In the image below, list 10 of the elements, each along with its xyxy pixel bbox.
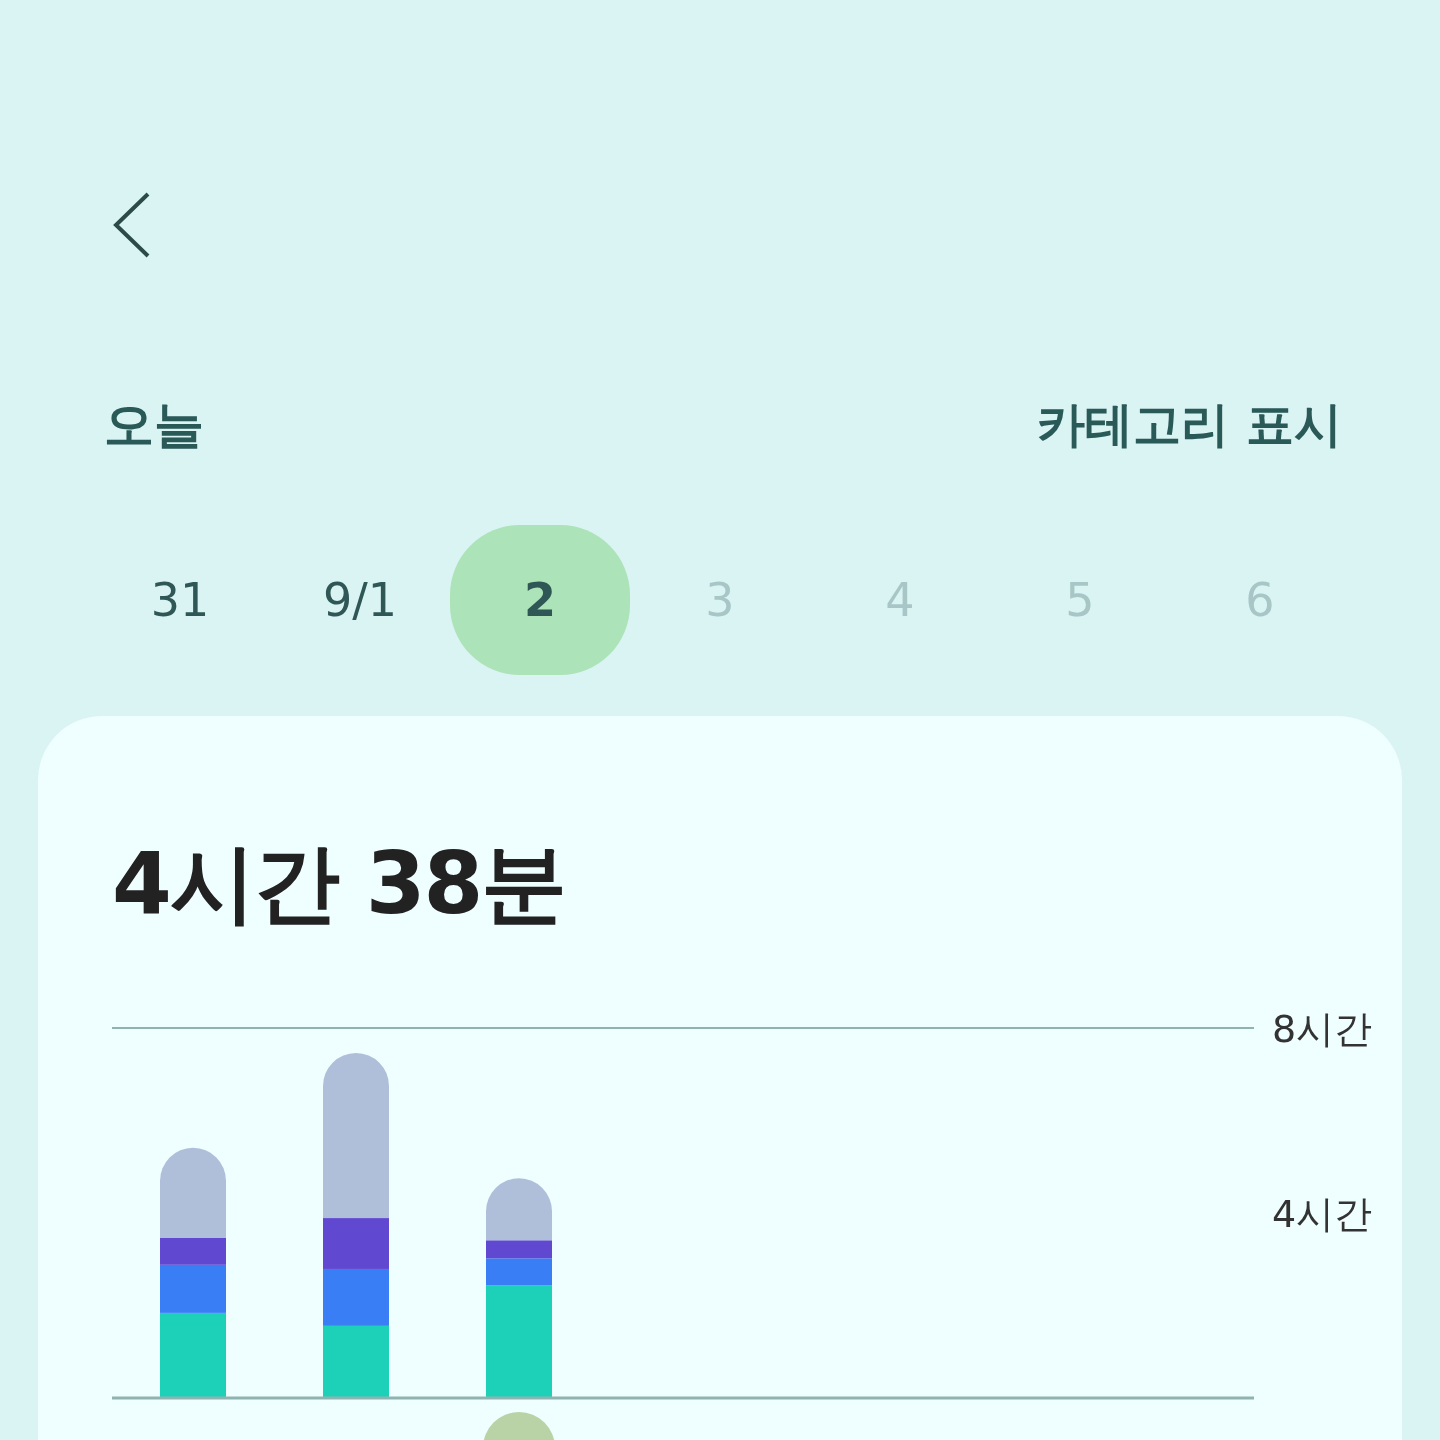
axis-label: 4시간 xyxy=(1272,1192,1373,1236)
day-tab[interactable]: 31 xyxy=(90,525,270,675)
day-tab[interactable]: 2 xyxy=(450,525,630,675)
day-tab[interactable]: 9/1 xyxy=(270,525,450,675)
day-marker-icon xyxy=(483,1412,555,1440)
total-time: 4시간 38분 xyxy=(112,832,567,935)
bar-segment xyxy=(323,1268,389,1326)
category-toggle[interactable]: 카테고리 표시 xyxy=(1037,393,1342,457)
axis-label: 8시간 xyxy=(1272,1007,1373,1051)
screen-title: 오늘 xyxy=(104,394,204,456)
